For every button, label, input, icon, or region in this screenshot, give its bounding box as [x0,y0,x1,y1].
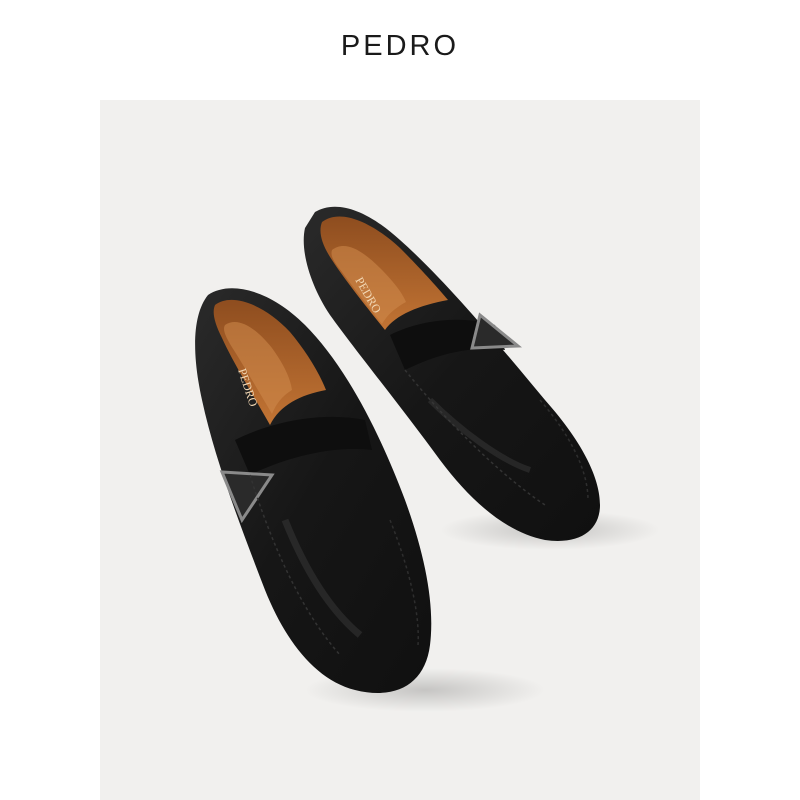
product-photo: PEDRO PEDRO [100,100,700,800]
brand-logo: PEDRO [340,30,460,62]
product-page: PEDRO PEDRO PEDRO [0,0,800,800]
